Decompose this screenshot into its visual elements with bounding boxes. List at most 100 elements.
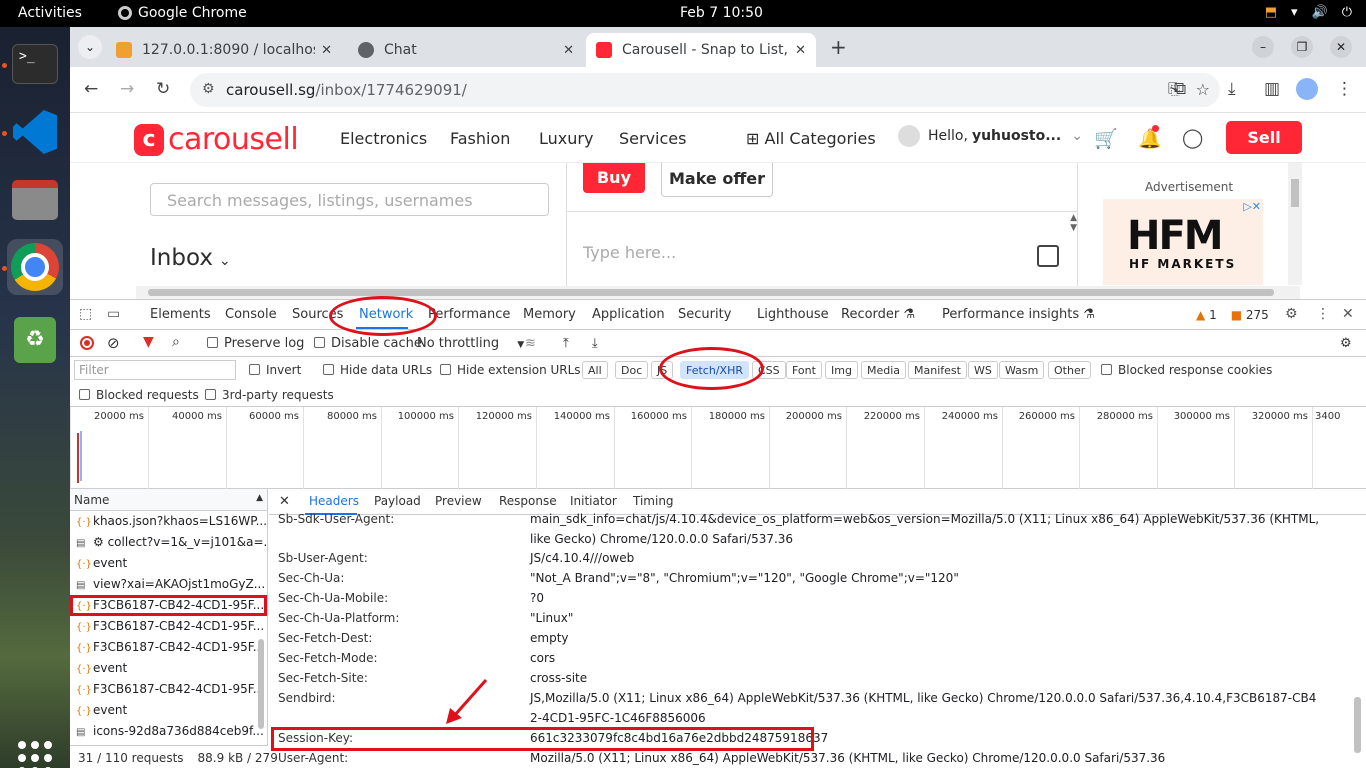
- clear-icon[interactable]: ⊘: [107, 334, 120, 352]
- show-apps-icon[interactable]: [18, 741, 52, 768]
- filter-font[interactable]: Font: [786, 361, 822, 379]
- close-details-icon[interactable]: ✕: [279, 494, 290, 509]
- page-horizontal-scrollbar[interactable]: [136, 286, 1300, 299]
- invert-checkbox[interactable]: Invert: [249, 363, 301, 377]
- request-row[interactable]: {·}khaos.json?khaos=LS16WP...: [70, 511, 267, 532]
- tab-elements[interactable]: Elements: [150, 307, 211, 322]
- request-row-selected[interactable]: {·}F3CB6187-CB42-4CD1-95F...: [70, 595, 267, 616]
- user-menu[interactable]: Hello, yuhuosto... ⌄: [898, 125, 1083, 147]
- tab-preview[interactable]: Preview: [435, 494, 482, 508]
- blocked-requests-checkbox[interactable]: Blocked requests: [79, 388, 199, 402]
- bookmark-star-icon[interactable]: ☆: [1196, 80, 1210, 99]
- hide-extension-urls-checkbox[interactable]: Hide extension URLs: [440, 363, 581, 377]
- tab-search-icon[interactable]: ⌄: [78, 35, 102, 59]
- request-row[interactable]: {·}F3CB6187-CB42-4CD1-95F...: [70, 679, 267, 700]
- export-har-icon[interactable]: ⤓: [592, 336, 598, 351]
- tab-payload[interactable]: Payload: [374, 494, 421, 508]
- request-row[interactable]: {·}F3CB6187-CB42-4CD1-95F...: [70, 616, 267, 637]
- filter-img[interactable]: Img: [825, 361, 858, 379]
- new-tab-icon[interactable]: +: [830, 35, 847, 59]
- filter-ws[interactable]: WS: [968, 361, 998, 379]
- inspect-icon[interactable]: ⬚: [79, 306, 92, 322]
- tab-chat[interactable]: Chat ✕: [348, 33, 584, 67]
- image-attach-icon[interactable]: [1037, 245, 1059, 267]
- message-input[interactable]: Type here...: [583, 243, 676, 262]
- dock-chrome[interactable]: [7, 239, 63, 295]
- close-devtools-icon[interactable]: ✕: [1342, 306, 1354, 322]
- request-row[interactable]: {·}event: [70, 553, 267, 574]
- close-tab-icon[interactable]: ✕: [321, 43, 332, 58]
- request-row[interactable]: {·}event: [70, 658, 267, 679]
- profile-avatar[interactable]: [1296, 78, 1318, 100]
- dock-files[interactable]: [7, 172, 63, 228]
- more-options-icon[interactable]: ⋮: [1316, 306, 1330, 322]
- hide-data-urls-checkbox[interactable]: Hide data URLs: [323, 363, 432, 377]
- nav-luxury[interactable]: Luxury: [539, 129, 593, 148]
- details-scrollbar[interactable]: [1352, 517, 1362, 768]
- third-party-requests-checkbox[interactable]: 3rd-party requests: [205, 388, 334, 402]
- request-row[interactable]: {·}event: [70, 700, 267, 721]
- network-conditions-icon[interactable]: ≋: [525, 336, 536, 351]
- tab-initiator[interactable]: Initiator: [570, 494, 617, 508]
- device-toolbar-icon[interactable]: ▭: [107, 306, 120, 322]
- settings-gear-icon[interactable]: ⚙: [1285, 306, 1298, 322]
- dock-terminal[interactable]: >_: [7, 36, 63, 92]
- tab-timing[interactable]: Timing: [633, 494, 674, 508]
- close-window-icon[interactable]: ✕: [1330, 36, 1352, 58]
- filter-funnel-icon[interactable]: ▼: [143, 334, 154, 350]
- preserve-log-checkbox[interactable]: Preserve log: [207, 336, 304, 351]
- search-icon[interactable]: ⌕: [172, 334, 180, 350]
- active-app-menu[interactable]: Google Chrome: [118, 5, 247, 21]
- forward-icon[interactable]: →: [120, 79, 134, 99]
- buy-button[interactable]: Buy: [583, 163, 645, 193]
- tab-console[interactable]: Console: [225, 307, 277, 322]
- filter-manifest[interactable]: Manifest: [908, 361, 967, 379]
- scroll-arrows-icon[interactable]: ▲ ▼: [1070, 213, 1077, 233]
- tab-recorder[interactable]: Recorder ⚗: [841, 307, 915, 322]
- back-icon[interactable]: ←: [84, 79, 98, 99]
- request-row[interactable]: ▤ icons-92d8a736d884ceb9f...: [70, 721, 267, 742]
- tab-memory[interactable]: Memory: [523, 307, 576, 322]
- make-offer-button[interactable]: Make offer: [661, 163, 773, 197]
- record-icon[interactable]: [80, 336, 94, 350]
- page-vertical-scrollbar[interactable]: [1288, 163, 1302, 285]
- name-column-header[interactable]: Name ▲: [70, 489, 267, 511]
- filter-doc[interactable]: Doc: [615, 361, 649, 379]
- sell-button[interactable]: Sell: [1226, 121, 1302, 154]
- tab-headers[interactable]: Headers: [309, 494, 359, 508]
- search-messages-input[interactable]: Search messages, listings, usernames: [150, 183, 549, 216]
- cart-icon[interactable]: 🛒: [1094, 127, 1118, 150]
- import-har-icon[interactable]: ⤒: [563, 336, 569, 351]
- tab-performance[interactable]: Performance: [428, 307, 510, 322]
- reload-icon[interactable]: ↻: [156, 79, 170, 99]
- filter-input[interactable]: Filter: [74, 360, 236, 380]
- dock-trash[interactable]: ♻: [7, 312, 63, 368]
- disable-cache-checkbox[interactable]: Disable cache: [314, 336, 422, 351]
- request-list-scrollbar[interactable]: [256, 511, 266, 743]
- nav-services[interactable]: Services: [619, 129, 686, 148]
- network-settings-icon[interactable]: ⚙: [1340, 336, 1352, 351]
- nav-all-categories[interactable]: ⊞ All Categories: [746, 129, 876, 148]
- ad-choices-icon[interactable]: ▷✕: [1243, 200, 1261, 213]
- side-panel-icon[interactable]: ▥: [1264, 79, 1280, 99]
- chat-bubble-icon[interactable]: ◯: [1182, 127, 1203, 149]
- chrome-menu-icon[interactable]: ⋮: [1336, 79, 1353, 99]
- request-row[interactable]: ▤ view?xai=AKAOjst1moGyZ...: [70, 574, 267, 595]
- issues-counter[interactable]: ▲ 1 ■ 275: [1196, 308, 1269, 322]
- blocked-response-cookies-checkbox[interactable]: Blocked response cookies: [1101, 363, 1272, 377]
- tab-response[interactable]: Response: [499, 494, 557, 508]
- filter-all[interactable]: All: [582, 361, 608, 379]
- request-row[interactable]: ▤ ⚙ collect?v=1&_v=j101&a=...: [70, 532, 267, 553]
- minimize-icon[interactable]: –: [1252, 36, 1274, 58]
- network-overview-timeline[interactable]: 20000 ms 40000 ms 60000 ms 80000 ms 1000…: [70, 407, 1366, 489]
- request-row[interactable]: {·}F3CB6187-CB42-4CD1-95F...: [70, 637, 267, 658]
- system-tray[interactable]: ⬒ ▾ 🔊 ⏻: [1265, 5, 1352, 20]
- maximize-icon[interactable]: ❐: [1291, 36, 1313, 58]
- activities-button[interactable]: Activities: [18, 5, 82, 21]
- extensions-icon[interactable]: ⧉: [1174, 79, 1186, 99]
- advertisement-banner[interactable]: HFM HF MARKETS ▷✕: [1103, 199, 1263, 285]
- nav-fashion[interactable]: Fashion: [450, 129, 510, 148]
- address-bar[interactable]: ⚙ carousell.sg/inbox/1774629091/ ⎘ ☆: [190, 73, 1220, 107]
- tab-lighthouse[interactable]: Lighthouse: [757, 307, 829, 322]
- nav-electronics[interactable]: Electronics: [340, 129, 427, 148]
